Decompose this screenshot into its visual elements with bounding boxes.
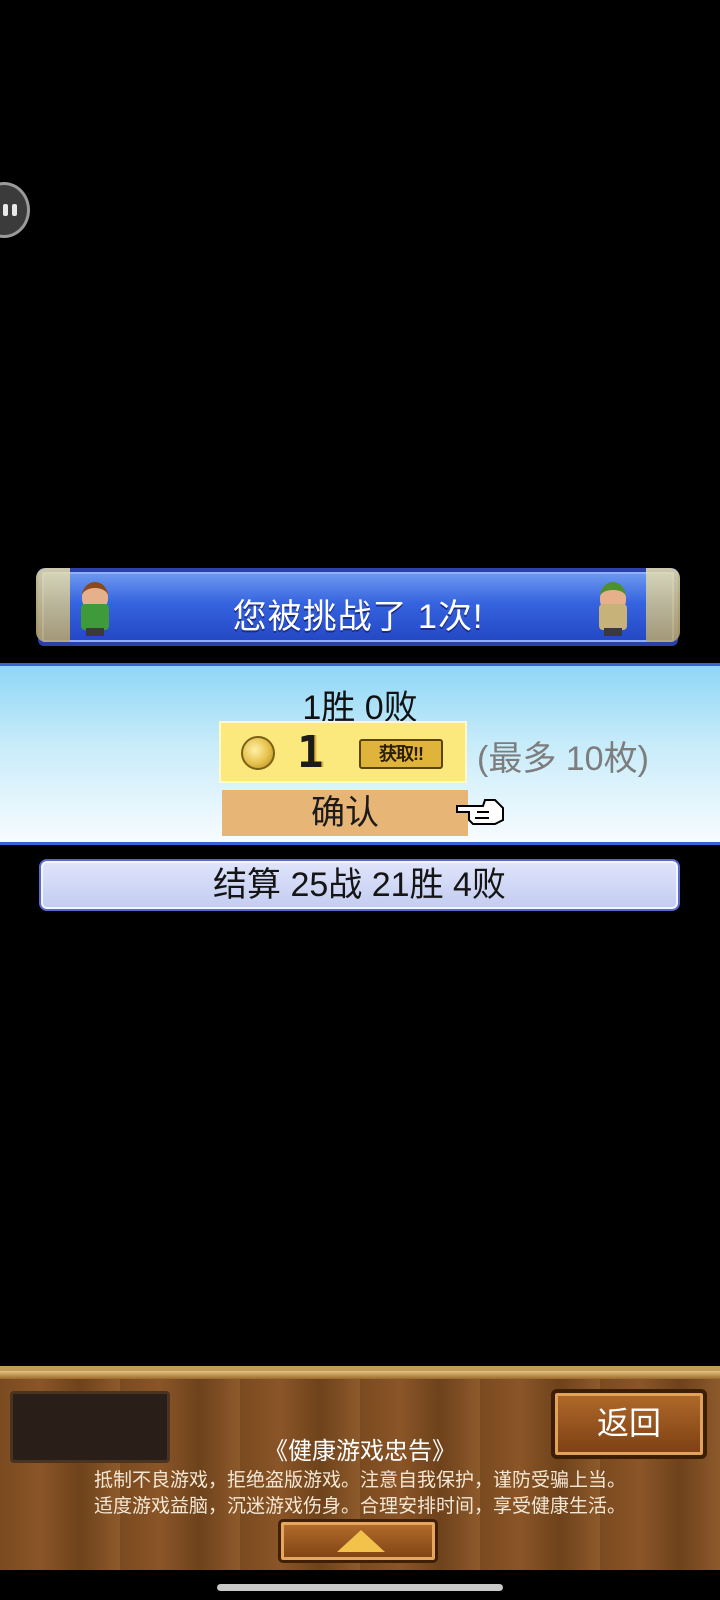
up-arrow-icon xyxy=(337,1530,385,1552)
confirm-button[interactable]: 确认 xyxy=(222,790,468,836)
home-indicator[interactable] xyxy=(217,1584,503,1591)
max-reward-note: (最多 10枚) xyxy=(477,740,649,778)
health-notice-title: 《健康游戏忠告》 xyxy=(264,1438,456,1465)
player-avatar-icon xyxy=(590,578,636,640)
season-summary-bar: 结算 25战 21胜 4败 xyxy=(39,859,680,911)
floating-assistant-icon[interactable] xyxy=(0,182,30,238)
reward-box: 1 获取!! xyxy=(219,721,467,783)
health-notice-line-1: 抵制不良游戏，拒绝盗版游戏。注意自我保护，谨防受骗上当。 xyxy=(93,1470,626,1491)
health-notice-line-2: 适度游戏益脑，沉迷游戏伤身。合理安排时间，享受健康生活。 xyxy=(93,1496,626,1517)
expand-up-button[interactable] xyxy=(278,1519,438,1563)
obtain-badge: 获取!! xyxy=(359,739,443,769)
reward-count: 1 xyxy=(297,727,324,778)
challenge-banner: 您被挑战了 1次! xyxy=(36,568,680,646)
banner-title: 您被挑战了 1次! xyxy=(232,598,484,636)
bottom-panel: 返回 《健康游戏忠告》 抵制不良游戏，拒绝盗版游戏。注意自我保护，谨防受骗上当。… xyxy=(0,1366,720,1570)
battle-result-panel: 1胜 0败 1 获取!! (最多 10枚) 确认 xyxy=(0,663,720,845)
coin-icon xyxy=(241,736,275,770)
pointing-hand-icon xyxy=(456,799,504,825)
